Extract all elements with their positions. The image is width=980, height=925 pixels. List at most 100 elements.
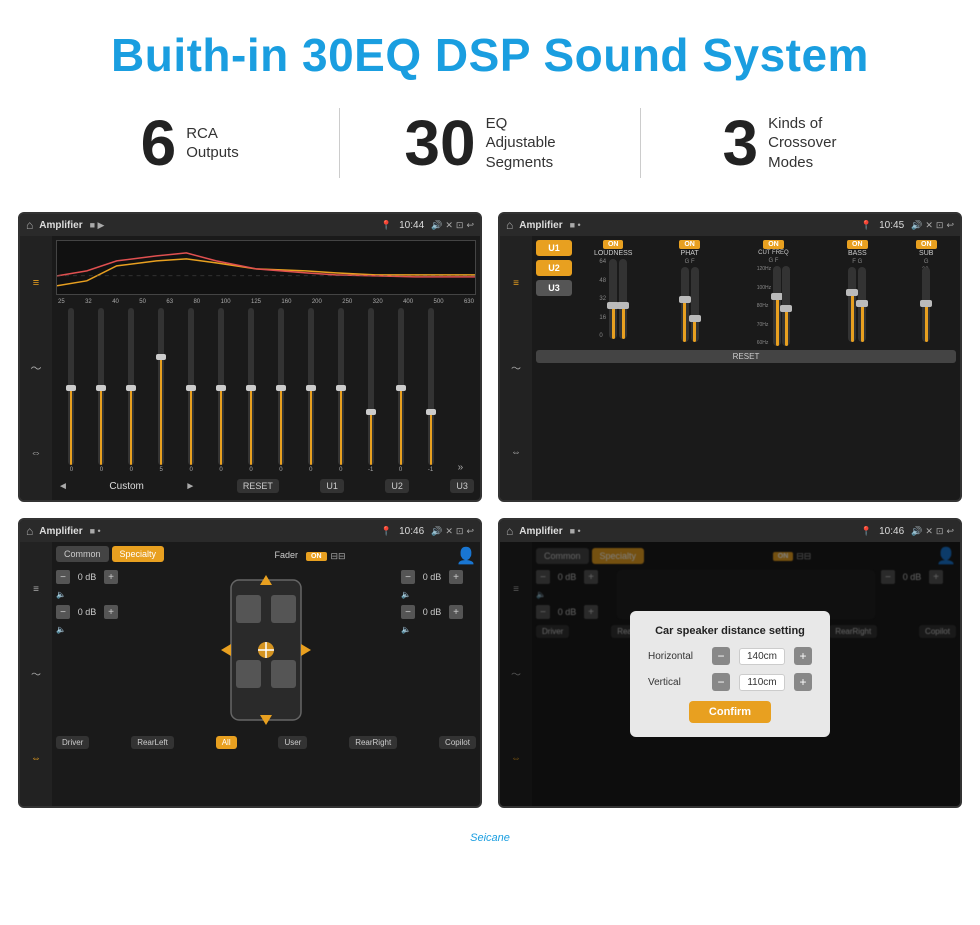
vol-plus-1[interactable]: + — [104, 570, 118, 584]
eq-slider-4[interactable]: 0 — [178, 308, 205, 473]
bass-slider-2[interactable] — [858, 267, 866, 342]
bass-slider-1[interactable] — [848, 267, 856, 342]
dist-horizontal-value: 140cm — [739, 648, 785, 665]
dist-vertical-plus[interactable]: + — [794, 673, 812, 691]
eq-slider-10[interactable]: -1 — [357, 308, 384, 473]
play-icons-1: ■ ▶ — [90, 220, 105, 231]
fader-copilot-btn[interactable]: Copilot — [439, 736, 476, 749]
fader-tab-specialty[interactable]: Specialty — [112, 546, 165, 562]
vol-plus-3[interactable]: + — [449, 570, 463, 584]
cutfreq-slider-2[interactable] — [782, 266, 790, 346]
amp-u3-btn[interactable]: U3 — [536, 280, 572, 296]
dist-horizontal-plus[interactable]: + — [794, 647, 812, 665]
vol-minus-3[interactable]: − — [401, 570, 415, 584]
eq-u1-btn[interactable]: U1 — [320, 479, 344, 493]
vol-minus-1[interactable]: − — [56, 570, 70, 584]
profile-icon[interactable]: 👤 — [456, 546, 476, 566]
fader-user-btn[interactable]: User — [278, 736, 307, 749]
home-icon-4[interactable]: ⌂ — [506, 524, 513, 538]
vol-value-3: 0 dB — [418, 572, 446, 582]
eq-slider-6[interactable]: 0 — [238, 308, 265, 473]
sub-slider[interactable] — [922, 267, 930, 342]
eq-slider-5[interactable]: 0 — [208, 308, 235, 473]
cutfreq-sublabel: G F — [768, 258, 778, 264]
eq-prev-btn[interactable]: ◄ — [58, 481, 68, 492]
stat-number-rca: 6 — [141, 111, 177, 175]
eq-slider-2[interactable]: 0 — [118, 308, 145, 473]
speaker-icon-rl: 🔈 — [56, 625, 131, 634]
amp-u2-btn[interactable]: U2 — [536, 260, 572, 276]
eq-next-btn[interactable]: ► — [185, 481, 195, 492]
cutfreq-scale: 120Hz100Hz80Hz70Hz60Hz — [757, 266, 771, 346]
fader-toggle-icon[interactable]: ⊟⊟ — [331, 551, 346, 562]
app-name-3: Amplifier — [39, 526, 82, 537]
eq-slider-0[interactable]: 0 — [58, 308, 85, 473]
home-icon-1[interactable]: ⌂ — [26, 218, 33, 232]
eq-slider-8[interactable]: 0 — [297, 308, 324, 473]
eq-icon-arrows[interactable]: ⇔ — [31, 447, 42, 459]
eq-slider-1[interactable]: 0 — [88, 308, 115, 473]
bass-label: BASS — [848, 250, 867, 257]
amp-icon-wave[interactable]: 〜 — [511, 360, 521, 375]
eq-slider-12[interactable]: -1 — [417, 308, 444, 473]
eq-slider-3[interactable]: 5 — [148, 308, 175, 473]
phat-label: PHAT — [681, 250, 699, 257]
stat-rca: 6 RCAOutputs — [40, 111, 339, 175]
eq-icon-active[interactable]: ≡ — [33, 277, 39, 289]
vol-row-2: − 0 dB + — [56, 605, 131, 619]
dist-horizontal-minus[interactable]: − — [712, 647, 730, 665]
status-bar-2: ⌂ Amplifier ■ • 📍 10:45 🔊 ✕ ⊡ ↩ — [500, 214, 960, 236]
home-icon-2[interactable]: ⌂ — [506, 218, 513, 232]
fader-rearright-btn[interactable]: RearRight — [349, 736, 397, 749]
volume-icon-1: 🔊 — [431, 220, 442, 231]
sub-label: SUB — [919, 250, 933, 257]
fader-rearleft-btn[interactable]: RearLeft — [131, 736, 174, 749]
amp-sub-col: ON SUB G 2015105 — [897, 240, 957, 346]
eq-slider-11[interactable]: 0 — [387, 308, 414, 473]
fader-icon-arrows[interactable]: ⇔ — [31, 753, 41, 764]
eq-icon-wave[interactable]: 〜 — [31, 360, 42, 376]
vol-minus-2[interactable]: − — [56, 605, 70, 619]
stat-number-eq: 30 — [404, 111, 475, 175]
eq-slider-9[interactable]: 0 — [327, 308, 354, 473]
speaker-icon-fl: 🔈 — [56, 590, 131, 599]
loudness-slider-2[interactable] — [619, 259, 627, 339]
phat-slider-1[interactable] — [681, 267, 689, 342]
vol-value-1: 0 dB — [73, 572, 101, 582]
fader-icon-wave[interactable]: 〜 — [31, 666, 41, 681]
fader-driver-btn[interactable]: Driver — [56, 736, 89, 749]
close-icon-3: ✕ — [445, 526, 453, 537]
close-icon-4: ✕ — [925, 526, 933, 537]
eq-u3-btn[interactable]: U3 — [450, 479, 474, 493]
phat-slider-2[interactable] — [691, 267, 699, 342]
dist-confirm-button[interactable]: Confirm — [689, 701, 771, 723]
window-icon-1: ⊡ — [456, 220, 464, 231]
amp-icon-arrows[interactable]: ⇔ — [511, 447, 521, 458]
eq-reset-btn[interactable]: RESET — [237, 479, 279, 493]
freq-100: 100 — [221, 299, 231, 305]
eq-u2-btn[interactable]: U2 — [385, 479, 409, 493]
loudness-slider-1[interactable] — [609, 259, 617, 339]
eq-slider-next[interactable]: » — [447, 308, 474, 473]
dist-vertical-minus[interactable]: − — [712, 673, 730, 691]
fader-tab-common[interactable]: Common — [56, 546, 109, 562]
amp-preset-col: U1 U2 U3 — [536, 240, 572, 346]
home-icon-3[interactable]: ⌂ — [26, 524, 33, 538]
stat-crossover: 3 Kinds ofCrossover Modes — [641, 111, 940, 175]
fader-all-btn[interactable]: All — [216, 736, 237, 749]
screen-eq: ⌂ Amplifier ■ ▶ 📍 10:44 🔊 ✕ ⊡ ↩ ≡ 〜 ⇔ — [18, 212, 482, 502]
freq-320: 320 — [373, 299, 383, 305]
fader-tabs: Common Specialty — [56, 546, 164, 562]
amp-icon-active[interactable]: ≡ — [513, 278, 519, 289]
eq-slider-7[interactable]: 0 — [267, 308, 294, 473]
cutfreq-on-badge: ON — [763, 240, 784, 249]
vol-plus-2[interactable]: + — [104, 605, 118, 619]
fader-icon-eq[interactable]: ≡ — [33, 584, 39, 595]
status-time-1: 10:44 — [399, 220, 424, 231]
screens-grid: ⌂ Amplifier ■ ▶ 📍 10:44 🔊 ✕ ⊡ ↩ ≡ 〜 ⇔ — [0, 202, 980, 828]
amp-reset-btn[interactable]: RESET — [536, 350, 956, 363]
vol-plus-4[interactable]: + — [449, 605, 463, 619]
amp-u1-btn[interactable]: U1 — [536, 240, 572, 256]
vol-value-2: 0 dB — [73, 607, 101, 617]
vol-minus-4[interactable]: − — [401, 605, 415, 619]
